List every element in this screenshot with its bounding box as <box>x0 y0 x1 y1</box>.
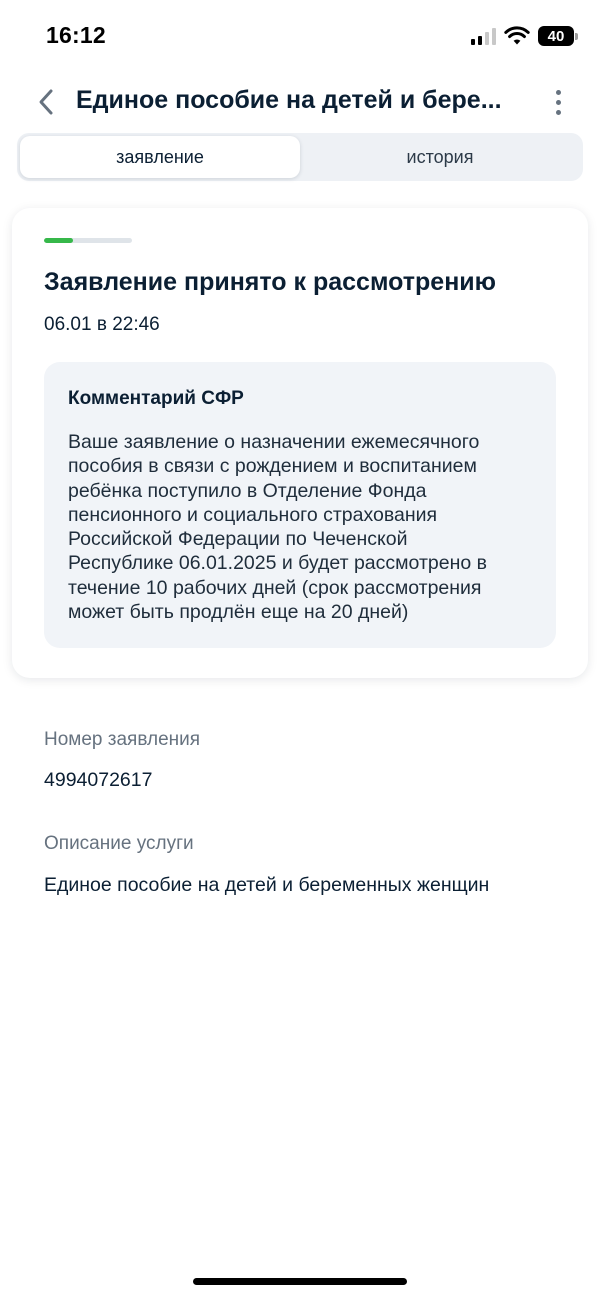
back-button[interactable] <box>30 84 62 120</box>
more-options-button[interactable] <box>546 86 570 118</box>
status-time: 16:12 <box>46 22 106 48</box>
comment-line: пенсионного и социального страхования <box>68 503 438 526</box>
service-description-label: Описание услуги <box>44 833 194 854</box>
comment-title: Комментарий СФР <box>68 388 244 409</box>
signal-icon <box>471 27 496 45</box>
chevron-left-icon <box>39 89 53 115</box>
tab-application[interactable]: заявление <box>20 136 300 178</box>
service-description-value: Единое пособие на детей и беременных жен… <box>44 874 490 896</box>
comment-line: Республике 06.01.2025 и будет рассмотрен… <box>68 552 487 575</box>
status-progress-bar <box>44 238 132 243</box>
comment-line: Ваше заявление о назначении ежемесячного <box>68 431 480 453</box>
page-header: Единое пособие на детей и бере... <box>0 80 600 124</box>
home-indicator[interactable] <box>193 1278 407 1285</box>
application-number-value: 4994072617 <box>44 769 153 791</box>
tab-history[interactable]: история <box>300 136 580 178</box>
battery-icon: 40 <box>538 26 578 46</box>
comment-line: может быть продлён еще на 20 дней) <box>68 601 409 624</box>
status-title: Заявление принято к рассмотрению <box>44 268 497 296</box>
wifi-icon <box>504 26 530 45</box>
application-status-card: Заявление принято к рассмотрению 06.01 в… <box>12 208 588 678</box>
comment-text: Ваше заявление о назначении ежемесячного… <box>68 430 532 624</box>
page-title: Единое пособие на детей и бере... <box>76 86 502 114</box>
battery-level: 40 <box>547 27 565 45</box>
status-icons: 40 <box>471 24 578 48</box>
application-number-label: Номер заявления <box>44 729 201 750</box>
segmented-tabs: заявление история <box>17 133 583 181</box>
comment-line: течение 10 рабочих дней (срок рассмотрен… <box>68 576 482 599</box>
comment-line: Российской Федерации по Чеченской <box>68 528 408 551</box>
sfr-comment-box: Комментарий СФР Ваше заявление о назначе… <box>44 362 556 648</box>
more-vertical-icon <box>555 89 561 95</box>
application-details-screen: 16:12 40 Единое пособие на детей и бере.… <box>0 0 600 1297</box>
comment-line: пособия в связи с рождением и воспитание… <box>68 455 477 478</box>
status-bar: 16:12 40 <box>0 0 600 72</box>
status-date: 06.01 в 22:46 <box>44 314 160 335</box>
status-progress-fill <box>44 238 74 243</box>
comment-line: ребёнка поступило в Отделение Фонда <box>68 479 427 502</box>
